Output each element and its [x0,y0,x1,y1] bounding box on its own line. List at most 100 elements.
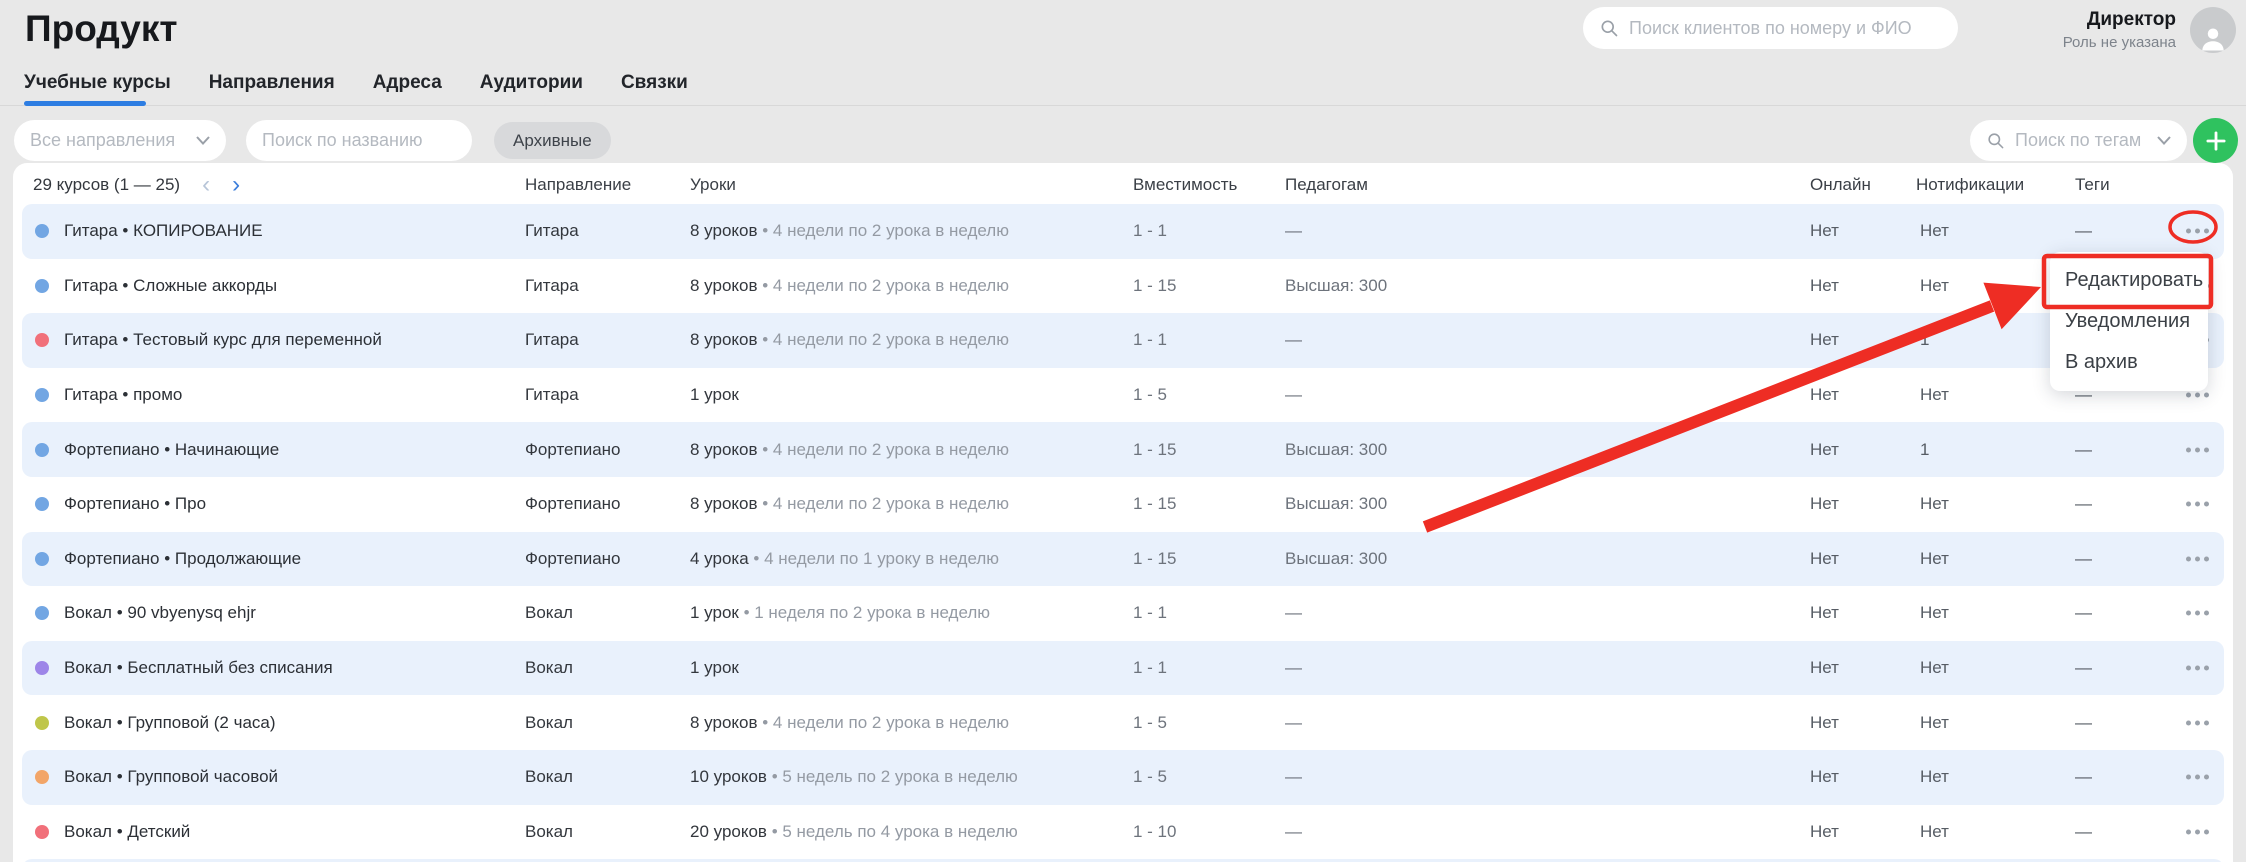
tab-directions[interactable]: Направления [209,72,335,108]
active-tab-underline [24,101,146,106]
row-actions-button[interactable] [2182,769,2213,786]
search-icon [1599,18,1619,38]
table-row[interactable]: Фортепиано • Продолжающие Фортепиано 4 у… [22,532,2224,587]
course-lessons: 1 урок [690,658,739,678]
course-capacity: 1 - 15 [1133,276,1176,296]
course-lessons: 8 уроков • 4 недели по 2 урока в неделю [690,440,1009,460]
directions-select-value: Все направления [30,130,175,151]
table-row[interactable]: Вокал • Бесплатный без списания Вокал 1 … [22,641,2224,696]
name-search-input[interactable] [262,130,456,151]
archived-filter-button[interactable]: Архивные [494,122,611,159]
course-capacity: 1 - 1 [1133,221,1167,241]
course-color-dot [35,497,49,511]
tab-auditoriums[interactable]: Аудитории [480,72,583,108]
course-lessons: 1 урок [690,385,739,405]
course-capacity: 1 - 15 [1133,549,1176,569]
directions-select[interactable]: Все направления [14,120,226,161]
course-color-dot [35,661,49,675]
course-notifications: Нет [1920,713,1949,733]
column-header-online: Онлайн [1810,175,1871,195]
course-capacity: 1 - 15 [1133,440,1176,460]
course-direction: Фортепиано [525,440,621,460]
table-row[interactable]: Гитара • промо Гитара 1 урок 1 - 5 — Нет… [22,368,2224,423]
menu-item-notifications[interactable]: Уведомления [2050,301,2208,342]
row-actions-button[interactable] [2182,823,2213,840]
table-row[interactable]: Вокал • Групповой (2 часа) Вокал 8 уроко… [22,695,2224,750]
course-tags: — [2075,440,2092,460]
row-actions-button[interactable] [2182,714,2213,731]
course-tags: — [2075,658,2092,678]
table-row[interactable]: Фортепиано • Про Фортепиано 8 уроков • 4… [22,477,2224,532]
course-teachers: — [1285,658,1302,678]
course-notifications: 1 [1920,330,1929,350]
course-notifications: Нет [1920,822,1949,842]
column-header-notifications: Нотификации [1916,175,2024,195]
course-online: Нет [1810,330,1839,350]
course-notifications: Нет [1920,276,1949,296]
column-header-capacity: Вместимость [1133,175,1237,195]
menu-item-archive[interactable]: В архив [2050,342,2208,383]
course-name: Гитара • КОПИРОВАНИЕ [64,221,263,241]
row-actions-button[interactable] [2182,660,2213,677]
name-search[interactable] [246,120,472,161]
client-search-input[interactable] [1629,18,1942,39]
tab-addresses[interactable]: Адреса [373,72,442,108]
person-icon [2198,23,2228,53]
course-notifications: Нет [1920,221,1949,241]
course-direction: Фортепиано [525,549,621,569]
column-header-teachers: Педагогам [1285,175,1368,195]
course-teachers: — [1285,330,1302,350]
row-actions-button[interactable] [2182,605,2213,622]
table-header: 29 курсов (1 — 25) ‹ › Направление Уроки… [13,163,2233,204]
table-row[interactable]: Гитара • Сложные аккорды Гитара 8 уроков… [22,259,2224,314]
tab-bundles[interactable]: Связки [621,72,688,108]
course-teachers: — [1285,221,1302,241]
pagination-next-button[interactable]: › [232,176,240,194]
row-actions-button[interactable] [2182,441,2213,458]
table-row[interactable]: Фортепиано • Начинающие Фортепиано 8 уро… [22,422,2224,477]
user-block[interactable]: Директор Роль не указана [2063,9,2176,51]
table-row[interactable]: Вокал • 90 vbyenysq ehjr Вокал 1 урок • … [22,586,2224,641]
table-row[interactable]: Вокал • Групповой часовой Вокал 10 уроко… [22,750,2224,805]
course-tags: — [2075,603,2092,623]
pagination-prev-button[interactable]: ‹ [202,176,210,194]
course-color-dot [35,606,49,620]
course-capacity: 1 - 15 [1133,494,1176,514]
course-direction: Вокал [525,658,573,678]
tag-search-input[interactable] [2015,130,2147,151]
course-online: Нет [1810,221,1839,241]
course-teachers: — [1285,767,1302,787]
course-notifications: 1 [1920,440,1929,460]
table-row[interactable]: Вокал • Детский Вокал 20 уроков • 5 неде… [22,805,2224,860]
course-tags: — [2075,713,2092,733]
course-tags: — [2075,767,2092,787]
course-teachers: Высшая: 300 [1285,440,1387,460]
course-online: Нет [1810,822,1839,842]
course-direction: Гитара [525,385,579,405]
course-teachers: Высшая: 300 [1285,549,1387,569]
plus-icon [2203,128,2229,154]
course-tags: — [2075,494,2092,514]
course-teachers: Высшая: 300 [1285,276,1387,296]
menu-item-edit[interactable]: Редактировать [2050,260,2208,301]
client-search[interactable] [1583,7,1958,49]
row-actions-button[interactable] [2182,550,2213,567]
user-name: Директор [2063,9,2176,31]
course-capacity: 1 - 10 [1133,822,1176,842]
row-actions-button[interactable] [2182,496,2213,513]
course-tags: — [2075,822,2092,842]
table-row[interactable]: Гитара • КОПИРОВАНИЕ Гитара 8 уроков • 4… [22,204,2224,259]
table-row[interactable]: Гитара • Тестовый курс для переменной Ги… [22,313,2224,368]
tag-search[interactable] [1970,120,2187,161]
course-direction: Гитара [525,330,579,350]
course-online: Нет [1810,658,1839,678]
add-course-button[interactable] [2193,118,2238,163]
course-teachers: — [1285,822,1302,842]
row-actions-button[interactable] [2182,223,2213,240]
course-notifications: Нет [1920,549,1949,569]
chevron-down-icon [196,136,210,145]
course-lessons: 8 уроков • 4 недели по 2 урока в неделю [690,276,1009,296]
course-teachers: — [1285,603,1302,623]
course-online: Нет [1810,767,1839,787]
avatar[interactable] [2190,7,2236,53]
